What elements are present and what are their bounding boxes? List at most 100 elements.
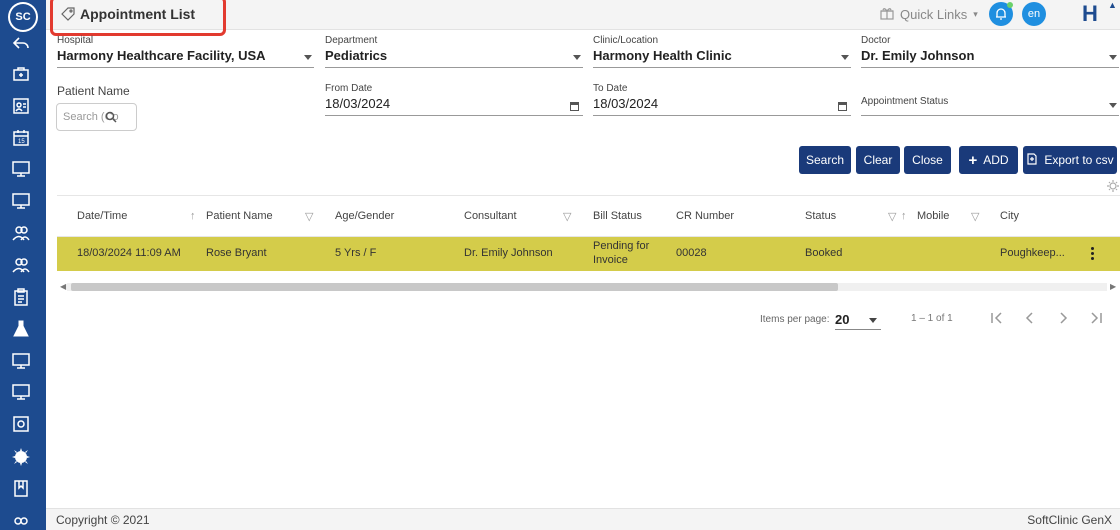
- clinic-label: Clinic/Location: [593, 35, 659, 46]
- cell-datetime: 18/03/2024 11:09 AM: [77, 247, 181, 259]
- briefcase-icon[interactable]: [10, 63, 32, 85]
- monitor-icon[interactable]: [10, 381, 32, 403]
- items-per-page-label: Items per page:: [760, 314, 830, 325]
- last-page-icon[interactable]: [1086, 308, 1106, 328]
- appointment-status-select[interactable]: Appointment Status: [861, 83, 1119, 116]
- top-bar: Appointment List Quick Links ▾ en H ▲: [46, 0, 1120, 36]
- hospital-select[interactable]: Hospital Harmony Healthcare Facility, US…: [57, 35, 314, 68]
- scroll-thumb[interactable]: [71, 283, 838, 291]
- chevron-down-icon: [1109, 55, 1117, 60]
- appointment-status-label: Appointment Status: [861, 96, 949, 107]
- clear-button[interactable]: Clear: [856, 146, 900, 174]
- patient-name-search-input[interactable]: Search (Co: [56, 103, 137, 131]
- chevron-down-icon: [304, 55, 312, 60]
- column-settings-icon[interactable]: [1106, 179, 1120, 193]
- svg-text:15: 15: [18, 139, 25, 145]
- copyright-text: Copyright © 2021: [56, 513, 150, 527]
- calendar-icon[interactable]: [838, 102, 847, 111]
- column-header-city[interactable]: City: [1000, 210, 1019, 222]
- app-logo-text: SC: [10, 4, 36, 30]
- filter-icon[interactable]: ▽: [971, 210, 979, 223]
- cell-consultant: Dr. Emily Johnson: [464, 247, 553, 259]
- flask-icon[interactable]: [10, 318, 32, 340]
- monitor-icon[interactable]: [10, 158, 32, 180]
- cell-cr-number: 00028: [676, 247, 707, 259]
- to-date-value: 18/03/2024: [593, 96, 659, 111]
- users-icon[interactable]: [10, 222, 32, 244]
- items-per-page-select[interactable]: 20: [835, 312, 881, 330]
- filter-icon[interactable]: ▽: [305, 210, 313, 223]
- search-icon: [105, 111, 117, 126]
- doctor-select[interactable]: Doctor Dr. Emily Johnson: [861, 35, 1119, 68]
- cell-bill-status-line2: Invoice: [593, 254, 628, 266]
- department-select[interactable]: Department Pediatrics: [325, 35, 583, 68]
- add-button[interactable]: + ADD: [959, 146, 1018, 174]
- users-icon[interactable]: [10, 254, 32, 276]
- app-logo[interactable]: SC: [8, 2, 38, 32]
- sort-arrow-up-icon[interactable]: ↑: [190, 210, 196, 222]
- export-csv-button[interactable]: Export to csv: [1023, 146, 1117, 174]
- clinic-select[interactable]: Clinic/Location Harmony Health Clinic: [593, 35, 851, 68]
- previous-page-icon[interactable]: [1020, 308, 1040, 328]
- cell-city: Poughkeep...: [1000, 247, 1065, 259]
- column-header-datetime[interactable]: Date/Time: [77, 210, 127, 222]
- close-button[interactable]: Close: [904, 146, 951, 174]
- hospital-label: Hospital: [57, 35, 94, 46]
- filter-icon[interactable]: ▽: [563, 210, 571, 223]
- gear-badge-icon[interactable]: [10, 446, 32, 468]
- add-button-label: ADD: [983, 153, 1009, 167]
- cell-patient-name: Rose Bryant: [206, 247, 267, 259]
- horizontal-scrollbar[interactable]: ◀ ▶: [57, 280, 1120, 292]
- from-date-label: From Date: [325, 83, 373, 94]
- chevron-down-icon: [869, 318, 877, 323]
- sidebar: SC 15: [0, 0, 46, 530]
- calendar-icon[interactable]: 15: [10, 127, 32, 149]
- back-arrow-icon[interactable]: [10, 32, 32, 54]
- column-header-patient-name[interactable]: Patient Name: [206, 210, 273, 222]
- department-label: Department: [325, 35, 378, 46]
- column-header-age-gender[interactable]: Age/Gender: [335, 210, 394, 222]
- items-per-page-value: 20: [835, 312, 850, 327]
- monitor-icon[interactable]: [10, 190, 32, 212]
- calendar-icon[interactable]: [570, 102, 579, 111]
- filter-icon[interactable]: ▽: [888, 210, 896, 223]
- to-date-field[interactable]: To Date 18/03/2024: [593, 83, 851, 116]
- notification-bell-icon[interactable]: [989, 2, 1013, 26]
- clinic-value: Harmony Health Clinic: [593, 48, 732, 63]
- quick-links-menu[interactable]: Quick Links ▾: [880, 6, 978, 23]
- brand-text: SoftClinic GenX: [1027, 513, 1112, 527]
- next-page-icon[interactable]: [1053, 308, 1073, 328]
- id-card-icon[interactable]: [10, 95, 32, 117]
- chevron-up-icon[interactable]: ▲: [1108, 0, 1117, 10]
- column-header-cr-number[interactable]: CR Number: [676, 210, 734, 222]
- export-file-icon: [1026, 152, 1038, 168]
- chevron-down-icon: [573, 55, 581, 60]
- cell-age-gender: 5 Yrs / F: [335, 247, 377, 259]
- table-row[interactable]: 18/03/2024 11:09 AM Rose Bryant 5 Yrs / …: [57, 237, 1120, 271]
- column-header-status[interactable]: Status: [805, 210, 836, 222]
- scroll-right-icon[interactable]: ▶: [1110, 282, 1116, 291]
- patient-name-label: Patient Name: [57, 84, 130, 98]
- cell-status: Booked: [805, 247, 843, 259]
- tag-icon: [60, 6, 76, 22]
- safe-icon[interactable]: [10, 413, 32, 435]
- column-header-bill-status[interactable]: Bill Status: [593, 210, 642, 222]
- search-button[interactable]: Search: [799, 146, 851, 174]
- language-switcher[interactable]: en: [1022, 2, 1046, 26]
- scroll-left-icon[interactable]: ◀: [60, 282, 66, 291]
- page-title: Appointment List: [80, 6, 196, 22]
- column-header-mobile[interactable]: Mobile: [917, 210, 949, 222]
- from-date-field[interactable]: From Date 18/03/2024: [325, 83, 583, 116]
- doctor-value: Dr. Emily Johnson: [861, 48, 975, 63]
- column-header-consultant[interactable]: Consultant: [464, 210, 517, 222]
- more-icon[interactable]: [10, 508, 32, 530]
- clipboard-icon[interactable]: [10, 286, 32, 308]
- hospital-logo[interactable]: H: [1082, 1, 1098, 27]
- book-icon[interactable]: [10, 477, 32, 499]
- chevron-down-icon: [841, 55, 849, 60]
- row-actions-more-icon[interactable]: [1091, 247, 1095, 262]
- first-page-icon[interactable]: [987, 308, 1007, 328]
- sort-arrow-up-icon[interactable]: ↑: [901, 210, 907, 222]
- chevron-down-icon: ▾: [973, 9, 978, 19]
- monitor-icon[interactable]: [10, 350, 32, 372]
